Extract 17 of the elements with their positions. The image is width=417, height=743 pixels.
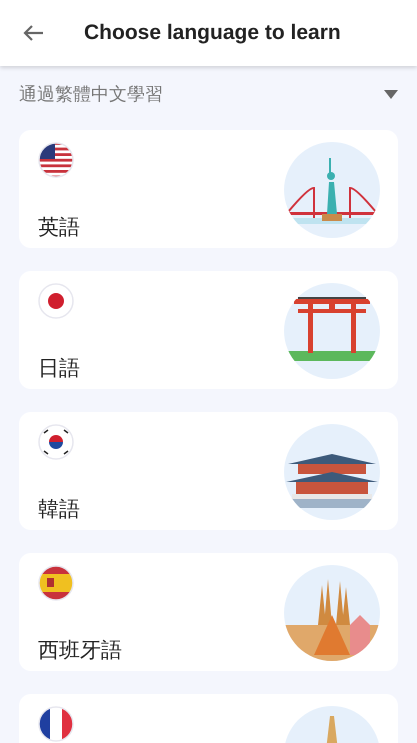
language-name: 西班牙語 xyxy=(38,640,122,661)
source-language-dropdown[interactable]: 通過繁體中文學習 xyxy=(0,81,417,108)
back-arrow-icon xyxy=(22,24,44,42)
language-name: 日語 xyxy=(38,358,80,379)
language-name: 韓語 xyxy=(38,499,80,520)
page-title: Choose language to learn xyxy=(84,20,341,46)
language-card[interactable]: 韓語 xyxy=(19,412,398,530)
language-card[interactable]: 西班牙語 xyxy=(19,553,398,671)
language-card[interactable]: 日語 xyxy=(19,271,398,389)
language-name: 英語 xyxy=(38,217,80,238)
taegeuk-flag-icon xyxy=(38,424,74,460)
tricolour-flag-icon xyxy=(38,706,74,742)
stars-and-stripes-flag-icon xyxy=(38,142,74,178)
disc-flag-icon xyxy=(38,283,74,319)
striped-flag-icon xyxy=(38,565,74,601)
dropdown-caret-icon xyxy=(384,90,398,99)
language-card[interactable]: 英語 xyxy=(19,130,398,248)
